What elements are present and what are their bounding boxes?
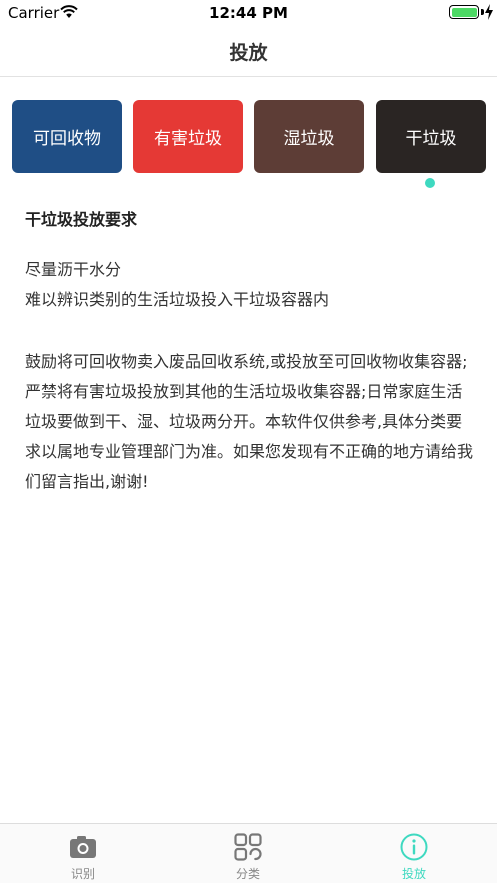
navigation-bar: 投放 — [0, 26, 497, 77]
tab-categories[interactable]: 分类 — [188, 824, 308, 883]
status-time: 12:44 PM — [209, 4, 288, 22]
tab-label: 识别 — [70, 867, 95, 881]
tab-label: 分类 — [235, 867, 260, 881]
info-icon — [400, 833, 428, 861]
disposal-info: 干垃圾投放要求 尽量沥干水分 难以辨识类别的生活垃圾投入干垃圾容器内 鼓励将可回… — [25, 205, 475, 497]
battery-icon — [449, 5, 479, 19]
selected-indicator — [425, 178, 435, 188]
category-dry-waste-button[interactable]: 干垃圾 — [376, 100, 486, 173]
category-recyclable-button[interactable]: 可回收物 — [12, 100, 122, 173]
requirement-item: 尽量沥干水分 — [25, 260, 122, 279]
grid-icon — [234, 833, 262, 861]
tab-bar: 识别 分类 投放 — [0, 823, 497, 883]
disclaimer-text: 鼓励将可回收物卖入废品回收系统,或投放至可回收物收集容器;严禁将有害垃圾投放到其… — [25, 352, 474, 491]
category-label: 可回收物 — [33, 129, 101, 149]
section-title: 干垃圾投放要求 — [25, 210, 138, 229]
status-bar: Carrier 12:44 PM — [0, 0, 497, 26]
category-hazardous-button[interactable]: 有害垃圾 — [133, 100, 243, 173]
category-label: 干垃圾 — [405, 129, 457, 149]
requirement-item: 难以辨识类别的生活垃圾投入干垃圾容器内 — [25, 290, 330, 309]
battery-level — [451, 7, 477, 17]
page-title: 投放 — [229, 42, 268, 64]
tab-disposal[interactable]: 投放 — [354, 824, 474, 883]
category-label: 有害垃圾 — [154, 129, 222, 149]
tab-identify[interactable]: 识别 — [23, 824, 143, 883]
camera-icon — [70, 836, 96, 858]
category-wet-waste-button[interactable]: 湿垃圾 — [254, 100, 364, 173]
category-selector: 可回收物 有害垃圾 湿垃圾 干垃圾 — [12, 100, 486, 173]
requirement-list: 尽量沥干水分 难以辨识类别的生活垃圾投入干垃圾容器内 — [25, 255, 475, 315]
tab-label: 投放 — [401, 867, 426, 881]
category-label: 湿垃圾 — [283, 129, 335, 149]
charging-bolt-icon — [485, 4, 493, 20]
